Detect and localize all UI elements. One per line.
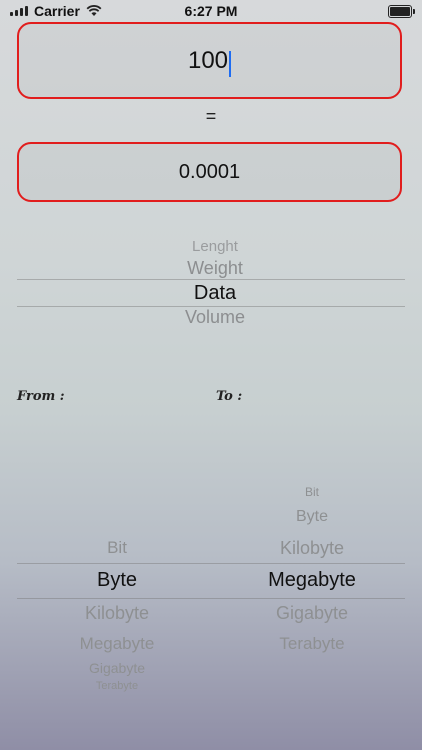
picker-divider [17, 598, 405, 599]
from-unit-option[interactable]: Gigabyte [17, 660, 217, 676]
to-unit-option-selected[interactable]: Megabyte [212, 569, 412, 592]
category-option[interactable]: Lenght [0, 238, 422, 255]
from-unit-option[interactable]: Bit [17, 538, 217, 558]
to-unit-option[interactable]: Byte [212, 508, 412, 526]
output-field: 0.0001 [17, 142, 402, 202]
from-unit-option[interactable]: Kilobyte [17, 603, 217, 624]
battery-icon [388, 5, 415, 18]
to-unit-option[interactable]: Bit [212, 485, 412, 499]
from-unit-option-selected[interactable]: Byte [17, 569, 217, 592]
category-option-selected[interactable]: Data [0, 282, 422, 305]
status-time: 6:27 PM [184, 3, 238, 19]
from-unit-option[interactable]: Megabyte [17, 634, 217, 654]
to-unit-option[interactable]: Gigabyte [212, 603, 412, 624]
output-value: 0.0001 [178, 161, 241, 183]
status-bar: Carrier 6:27 PM [0, 0, 422, 22]
text-caret [229, 50, 232, 77]
picker-divider [17, 279, 405, 280]
to-label: To : [216, 389, 243, 404]
to-unit-option[interactable]: Kilobyte [212, 538, 412, 559]
category-option[interactable]: Volume [0, 307, 422, 328]
picker-divider [17, 563, 405, 564]
category-option[interactable]: Weight [0, 258, 422, 279]
input-field[interactable]: 100 [17, 22, 402, 99]
equals-sign: = [205, 106, 217, 126]
from-label: From : [17, 389, 65, 404]
from-unit-option[interactable]: Terabyte [17, 680, 217, 692]
to-unit-option[interactable]: Terabyte [212, 634, 412, 654]
input-value: 100 [187, 47, 229, 74]
